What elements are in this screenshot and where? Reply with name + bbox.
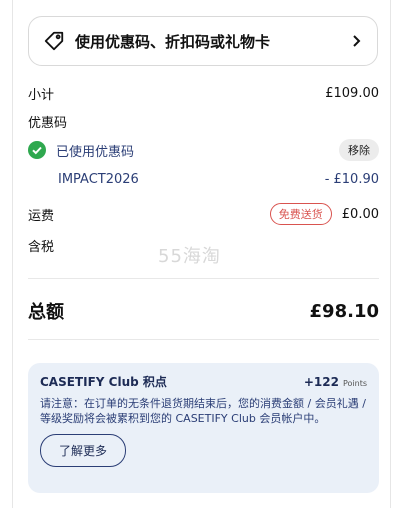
coupon-code-row: IMPACT2026 - £10.90: [58, 172, 379, 187]
coupon-label: 优惠码: [28, 116, 68, 131]
shipping-row: 运费 免费送货 £0.00: [28, 203, 379, 225]
discount-value: - £10.90: [324, 172, 379, 187]
club-points-card: CASETIFY Club 积点 +122 Points 请注意：在订单的无条件…: [28, 363, 379, 493]
divider: [28, 339, 379, 340]
shipping-value: £0.00: [341, 206, 379, 222]
subtotal-value: £109.00: [325, 86, 379, 101]
total-value: £98.10: [309, 300, 379, 322]
promo-code-label: 使用优惠码、折扣码或礼物卡: [75, 32, 271, 51]
check-circle-icon: [28, 141, 46, 159]
shipping-label: 运费: [28, 208, 55, 224]
club-header: CASETIFY Club 积点 +122 Points: [40, 373, 367, 390]
divider: [28, 278, 379, 279]
club-points: +122: [303, 375, 339, 389]
subtotal-row: 小计 £109.00: [28, 84, 379, 103]
total-row: 总额 £98.10: [28, 298, 379, 324]
applied-coupon-row: 已使用优惠码 移除: [28, 139, 379, 161]
remove-coupon-button[interactable]: 移除: [339, 139, 379, 161]
subtotal-label: 小计: [28, 88, 55, 103]
tag-icon: [43, 30, 65, 52]
coupon-row: 优惠码: [28, 112, 379, 131]
tax-label: 含税: [28, 240, 55, 255]
club-title: CASETIFY Club 积点: [40, 375, 167, 389]
club-points-unit: Points: [342, 379, 367, 388]
free-shipping-badge: 免费送货: [269, 203, 332, 225]
learn-more-button[interactable]: 了解更多: [40, 434, 127, 467]
total-label: 总额: [28, 302, 64, 323]
coupon-code: IMPACT2026: [58, 172, 139, 187]
chevron-right-icon: [349, 34, 363, 48]
watermark: 55海淘: [158, 246, 221, 267]
promo-code-button[interactable]: 使用优惠码、折扣码或礼物卡: [28, 16, 378, 66]
applied-coupon-label: 已使用优惠码: [56, 144, 135, 160]
club-note: 请注意：在订单的无条件退货期结束后，您的消费金额 / 会员礼遇 / 等级奖励将会…: [40, 397, 366, 425]
